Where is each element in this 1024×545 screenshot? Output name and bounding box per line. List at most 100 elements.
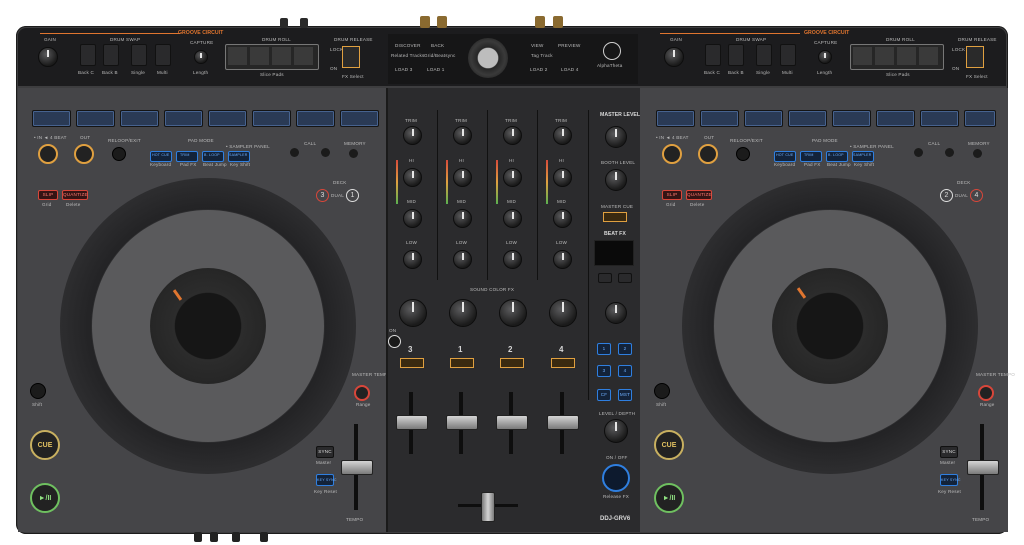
load-1-button[interactable]: LOAD 1 — [427, 67, 445, 72]
ch2-channel-fader[interactable] — [496, 415, 528, 430]
drum-roll-pad[interactable] — [294, 47, 313, 65]
ch3-cue-button[interactable] — [400, 358, 424, 368]
right-performance-pad-3[interactable] — [744, 110, 783, 127]
left-performance-pad-7[interactable] — [296, 110, 335, 127]
right-performance-pad-6[interactable] — [876, 110, 915, 127]
booth-level-knob[interactable] — [605, 169, 627, 191]
crossfader[interactable] — [481, 492, 495, 522]
beat-fx-select-knob[interactable] — [605, 302, 627, 324]
right-drum-release-button[interactable] — [966, 46, 984, 68]
drum-roll-pad[interactable] — [853, 47, 872, 65]
right-slip-button[interactable]: SLIP — [662, 190, 682, 200]
right-performance-pad-2[interactable] — [700, 110, 739, 127]
fx-ch-3-button[interactable]: 3 — [597, 365, 611, 377]
right-deck-2-indicator[interactable]: 2 — [940, 189, 953, 202]
ch4-low-knob[interactable] — [553, 250, 572, 269]
left-performance-pad-6[interactable] — [252, 110, 291, 127]
fx-on-off-button[interactable] — [602, 464, 630, 492]
left-performance-pad-8[interactable] — [340, 110, 379, 127]
ch3-low-knob[interactable] — [403, 250, 422, 269]
fx-cf-button[interactable]: CF — [597, 389, 611, 401]
ch4-cue-button[interactable] — [551, 358, 575, 368]
fx-ch-2-button[interactable]: 2 — [618, 343, 632, 355]
color-fx-on-button[interactable] — [388, 335, 401, 348]
master-cue-button[interactable] — [603, 212, 627, 222]
ch4-trim-knob[interactable] — [553, 126, 572, 145]
left-shift-button[interactable] — [30, 383, 46, 399]
ch1-low-knob[interactable] — [453, 250, 472, 269]
left-back-c-button[interactable] — [80, 44, 96, 66]
right-performance-pad-7[interactable] — [920, 110, 959, 127]
right-performance-pad-5[interactable] — [832, 110, 871, 127]
ch3-trim-knob[interactable] — [403, 126, 422, 145]
view-button[interactable]: VIEW — [531, 43, 544, 48]
load-2-button[interactable]: LOAD 2 — [530, 67, 548, 72]
right-tempo-fader[interactable] — [967, 460, 999, 475]
right-shift-button[interactable] — [654, 383, 670, 399]
left-loop-in-button[interactable] — [38, 144, 58, 164]
right-master-tempo-button[interactable] — [978, 385, 994, 401]
left-sync-button[interactable]: SYNC — [316, 446, 334, 458]
drum-roll-pad[interactable] — [919, 47, 938, 65]
right-multi-button[interactable] — [780, 44, 796, 66]
ch3-channel-fader[interactable] — [396, 415, 428, 430]
left-slip-button[interactable]: SLIP — [38, 190, 58, 200]
ch4-channel-fader[interactable] — [547, 415, 579, 430]
left-deck-3-indicator[interactable]: 3 — [316, 189, 329, 202]
left-length-knob[interactable] — [194, 50, 208, 64]
beat-fx-next-button[interactable] — [618, 273, 632, 283]
left-performance-pad-5[interactable] — [208, 110, 247, 127]
left-cue-button[interactable]: CUE — [30, 430, 60, 460]
ch2-hi-knob[interactable] — [503, 168, 522, 187]
ch2-cue-button[interactable] — [500, 358, 524, 368]
left-play-button[interactable]: ►/II — [30, 483, 60, 513]
left-back-b-button[interactable] — [103, 44, 119, 66]
drum-roll-pad[interactable] — [272, 47, 291, 65]
left-quantize-button[interactable]: QUANTIZE — [62, 190, 88, 200]
left-deck-1-indicator[interactable]: 1 — [346, 189, 359, 202]
drum-roll-pad[interactable] — [875, 47, 894, 65]
drum-roll-pad[interactable] — [250, 47, 269, 65]
right-deck-4-indicator[interactable]: 4 — [970, 189, 983, 202]
right-length-knob[interactable] — [818, 50, 832, 64]
load-3-button[interactable]: LOAD 3 — [395, 67, 413, 72]
ch1-mid-knob[interactable] — [453, 209, 472, 228]
left-single-button[interactable] — [131, 44, 147, 66]
right-reloop-button[interactable] — [736, 147, 750, 161]
ch1-channel-fader[interactable] — [446, 415, 478, 430]
master-level-knob[interactable] — [605, 126, 627, 148]
right-call-next-button[interactable] — [945, 148, 954, 157]
right-quantize-button[interactable]: QUANTIZE — [686, 190, 712, 200]
right-performance-pad-8[interactable] — [964, 110, 996, 127]
ch3-hi-knob[interactable] — [403, 168, 422, 187]
ch2-trim-knob[interactable] — [503, 126, 522, 145]
left-call-prev-button[interactable] — [290, 148, 299, 157]
ch1-color-fx-knob[interactable] — [449, 299, 477, 327]
left-master-tempo-button[interactable] — [354, 385, 370, 401]
left-multi-button[interactable] — [155, 44, 171, 66]
ch4-color-fx-knob[interactable] — [549, 299, 577, 327]
left-call-next-button[interactable] — [321, 148, 330, 157]
left-gain-knob[interactable] — [38, 47, 58, 67]
ch3-color-fx-knob[interactable] — [399, 299, 427, 327]
right-performance-pad-1[interactable] — [656, 110, 695, 127]
right-cue-button[interactable]: CUE — [654, 430, 684, 460]
left-performance-pad-4[interactable] — [164, 110, 203, 127]
left-performance-pad-1[interactable] — [32, 110, 71, 127]
drum-roll-pad[interactable] — [228, 47, 247, 65]
ch2-low-knob[interactable] — [503, 250, 522, 269]
drum-roll-pad[interactable] — [897, 47, 916, 65]
ch4-mid-knob[interactable] — [553, 209, 572, 228]
ch4-hi-knob[interactable] — [553, 168, 572, 187]
left-reloop-button[interactable] — [112, 147, 126, 161]
fx-mst-button[interactable]: MST — [618, 389, 632, 401]
ch3-mid-knob[interactable] — [403, 209, 422, 228]
ch2-mid-knob[interactable] — [503, 209, 522, 228]
left-loop-out-button[interactable] — [74, 144, 94, 164]
right-play-button[interactable]: ►/II — [654, 483, 684, 513]
right-performance-pad-4[interactable] — [788, 110, 827, 127]
fx-ch-4-button[interactable]: 4 — [618, 365, 632, 377]
left-drum-release-button[interactable] — [342, 46, 360, 68]
ch1-hi-knob[interactable] — [453, 168, 472, 187]
ch2-color-fx-knob[interactable] — [499, 299, 527, 327]
